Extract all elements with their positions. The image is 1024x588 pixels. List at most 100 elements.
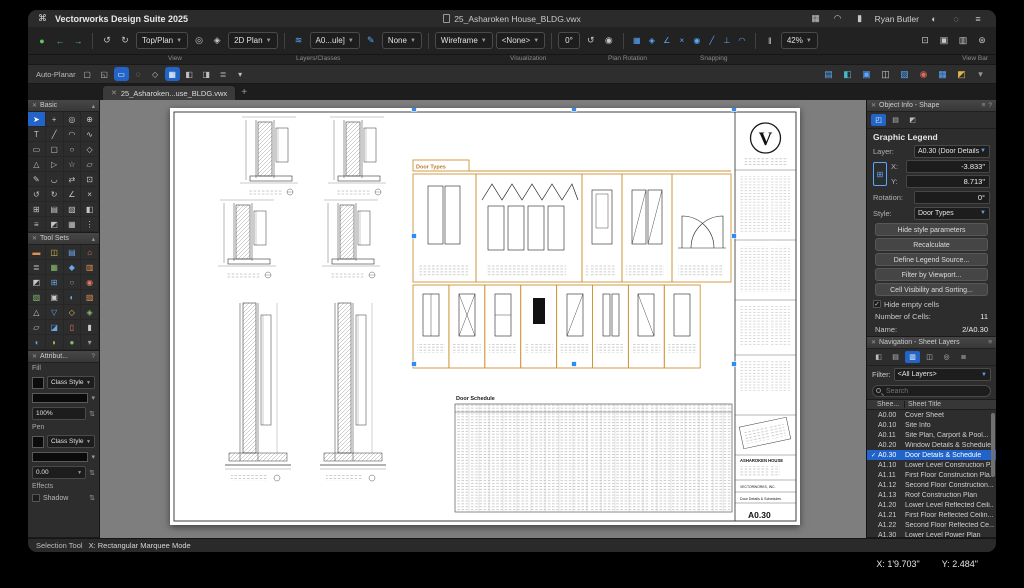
stair-tool-icon[interactable]: ≣	[28, 260, 46, 275]
view-mode-dropdown[interactable]: Top/Plan▼	[136, 32, 188, 49]
sheet-layer-row[interactable]: A0.20 Window Details & Schedule	[867, 440, 996, 450]
rotation-field[interactable]: 0°	[914, 191, 990, 204]
cabinet-tool-icon[interactable]: ◩	[28, 275, 46, 290]
sheet-title-column[interactable]: Sheet Title	[905, 401, 996, 408]
framing-tool-icon[interactable]: ▥	[81, 260, 99, 275]
pan-tool-icon[interactable]: +	[46, 112, 64, 127]
selection-handle[interactable]	[412, 362, 417, 367]
close-icon[interactable]: ✕	[32, 102, 37, 109]
freehand-tool-icon[interactable]: ✎	[28, 172, 46, 187]
pen-pattern-bar[interactable]	[32, 452, 88, 462]
wall-section-detail[interactable]	[320, 303, 386, 481]
triangle-tool-icon[interactable]: △	[28, 157, 46, 172]
wall-section-detail[interactable]	[328, 117, 386, 195]
filter-by-viewport-button[interactable]: Filter by Viewport...	[875, 268, 988, 281]
more-tools-icon[interactable]: ⋮	[81, 217, 99, 232]
reference-dropdown[interactable]: <None>▼	[496, 32, 545, 49]
light-tool-icon[interactable]: ◉	[81, 275, 99, 290]
presentation-icon[interactable]: ▥	[955, 33, 971, 49]
plant-tool-icon[interactable]: ○	[64, 275, 82, 290]
window-tool-icon[interactable]: ▤	[64, 245, 82, 260]
sheet-layer-row[interactable]: A1.12 Second Floor Construction...	[867, 480, 996, 490]
document-tab[interactable]: ✕ 25_Asharoken...use_BLDG.vwx	[102, 85, 236, 100]
offset-tool-icon[interactable]: ◡	[46, 172, 64, 187]
grid-tool-icon[interactable]: ⊞	[28, 202, 46, 217]
close-icon[interactable]: ✕	[871, 102, 876, 109]
foundation-tool-icon[interactable]: ▽	[46, 305, 64, 320]
style-dropdown[interactable]: Door Types ▼	[914, 207, 990, 220]
hide-empty-cells-checkbox[interactable]: ✓	[873, 300, 881, 308]
more-toolsets-icon[interactable]: ▾	[81, 335, 99, 350]
line-tool-icon[interactable]: ╱	[46, 127, 64, 142]
slab-tool-icon[interactable]: ▦	[46, 260, 64, 275]
menu-list-icon[interactable]: ≡	[970, 11, 986, 27]
fixture-tool-icon[interactable]: ◇	[64, 305, 82, 320]
wall-section-details[interactable]	[218, 117, 386, 481]
render-tab-icon[interactable]: ◩	[905, 114, 920, 126]
space-tool-icon[interactable]: ⊞	[46, 275, 64, 290]
redo-icon[interactable]: ↻	[117, 33, 133, 49]
layer-filter-dropdown[interactable]: <All Layers> ▼	[894, 368, 991, 381]
sync-status-icon[interactable]: ●	[34, 33, 50, 49]
hide-style-parameters-button[interactable]: Hide style parameters	[875, 223, 988, 236]
name-value[interactable]: 2/A0.30	[962, 325, 988, 334]
door-tool-icon[interactable]: ◫	[46, 245, 64, 260]
navigation-palette-icon[interactable]: ◧	[840, 67, 855, 82]
snapping-palette-icon[interactable]: ◫	[878, 67, 893, 82]
classes-icon[interactable]: ✎	[363, 33, 379, 49]
rounded-rectangle-tool-icon[interactable]: ▢	[46, 142, 64, 157]
door-schedule-table[interactable]: Door Schedule	[455, 396, 732, 512]
text-tool-icon[interactable]: T	[28, 127, 46, 142]
close-icon[interactable]: ✕	[32, 235, 37, 242]
viewports-tab-icon[interactable]: ◫	[922, 351, 937, 363]
rotate-left-tool-icon[interactable]: ↺	[28, 187, 46, 202]
snap-grid-icon[interactable]: ▦	[630, 33, 644, 48]
snap-intersection-icon[interactable]: ×	[675, 33, 689, 48]
fill-pattern-bar[interactable]	[32, 393, 88, 403]
curve-tool-icon[interactable]: ∿	[81, 127, 99, 142]
stepper-icon[interactable]: ⇅	[89, 494, 95, 502]
define-legend-source-button[interactable]: Define Legend Source...	[875, 253, 988, 266]
battery-icon[interactable]: ▮	[852, 11, 868, 27]
active-class-dropdown[interactable]: None▼	[382, 32, 422, 49]
line-weight-dropdown[interactable]: 0.00▼	[32, 466, 86, 479]
snap-angle-icon[interactable]: ∠	[660, 33, 674, 48]
sheet-layer-row[interactable]: ✓ A0.30 Door Details & Schedule	[867, 450, 996, 460]
shape-tab-icon[interactable]: ◰	[871, 114, 886, 126]
scale-tool-icon[interactable]: ⊡	[81, 172, 99, 187]
new-tab-button[interactable]: +	[236, 85, 252, 100]
saved-views-tab-icon[interactable]: ◎	[939, 351, 954, 363]
roof-tool-icon[interactable]: ⌂	[81, 245, 99, 260]
polygon-tool-icon[interactable]: ▷	[46, 157, 64, 172]
attributes-palette-icon[interactable]: ▨	[897, 67, 912, 82]
interactive-scaling-off-icon[interactable]: ▢	[80, 67, 95, 81]
selection-handle[interactable]	[412, 108, 417, 112]
rotate-plan-icon[interactable]: ↺	[583, 33, 599, 49]
sheet-number-column[interactable]: Shee...	[867, 401, 905, 408]
highlight-mode-icon[interactable]: ≣	[216, 67, 231, 81]
wall-section-detail[interactable]	[218, 200, 276, 278]
camera-tool-icon[interactable]: ◐	[64, 290, 82, 305]
sheet-page[interactable]: Door Types	[170, 108, 800, 525]
close-icon[interactable]: ✕	[871, 339, 876, 346]
help-icon[interactable]: ?	[988, 102, 992, 109]
marker-tool-icon[interactable]: ▮	[81, 320, 99, 335]
close-tab-icon[interactable]: ✕	[111, 89, 117, 97]
snap-edge-icon[interactable]: ╱	[705, 33, 719, 48]
render-mode-dropdown[interactable]: Wireframe▼	[435, 32, 493, 49]
selection-handle[interactable]	[572, 362, 577, 367]
hardscape-tool-icon[interactable]: ◈	[81, 305, 99, 320]
fill-style-dropdown[interactable]: Class Style▼	[47, 376, 95, 389]
zoom-dropdown[interactable]: 42%▼	[781, 32, 818, 49]
collapse-icon[interactable]: ▴	[92, 235, 95, 243]
prev-selection-icon[interactable]: ◧	[182, 67, 197, 81]
interactive-scaling-on-icon[interactable]: ◱	[97, 67, 112, 81]
control-center-icon[interactable]: ◐	[926, 11, 942, 27]
landscape-tool-icon[interactable]: ▧	[28, 290, 46, 305]
sheet-layer-row[interactable]: A1.22 Second Floor Reflected Ce...	[867, 520, 996, 530]
snap-loupe-tool-icon[interactable]: ⊕	[81, 112, 99, 127]
align-tool-icon[interactable]: ≡	[28, 217, 46, 232]
door-types-legend[interactable]: Door Types	[413, 160, 731, 368]
snap-midpoint-icon[interactable]: ◉	[690, 33, 704, 48]
app-name[interactable]: Vectorworks Design Suite 2025	[55, 14, 188, 24]
